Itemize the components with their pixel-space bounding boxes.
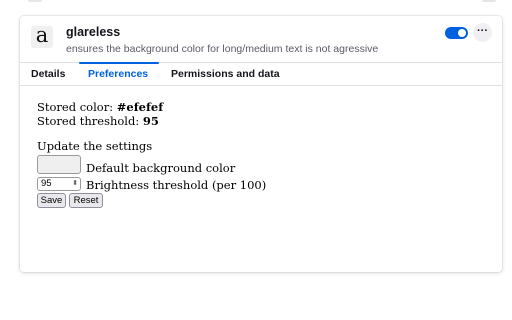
browser-tab-stub-right xyxy=(482,0,496,2)
spinner-arrows-icon[interactable]: ⬍ xyxy=(72,179,78,189)
tab-preferences[interactable]: Preferences xyxy=(88,63,148,85)
stored-threshold-line: Stored threshold: 95 xyxy=(37,114,159,128)
stored-color-label: Stored color: xyxy=(37,100,114,114)
stored-threshold-value: 95 xyxy=(142,114,159,128)
tab-details[interactable]: Details xyxy=(31,63,65,85)
active-tab-indicator xyxy=(79,62,159,64)
toggle-knob xyxy=(458,29,466,37)
stored-color-line: Stored color: #efefef xyxy=(37,100,163,114)
tab-permissions-and-data[interactable]: Permissions and data xyxy=(171,63,280,85)
extension-enable-toggle[interactable] xyxy=(445,27,468,39)
tabs-divider xyxy=(20,85,502,86)
extension-description: ensures the background color for long/me… xyxy=(66,43,379,55)
brightness-threshold-input[interactable]: 95 ⬍ xyxy=(37,177,81,191)
background-color-picker[interactable] xyxy=(37,155,81,174)
browser-tab-stub-left xyxy=(28,0,42,2)
reset-button[interactable]: Reset xyxy=(69,193,103,208)
update-settings-heading: Update the settings xyxy=(37,139,153,153)
background-color-label: Default background color xyxy=(86,161,236,175)
more-options-icon: ··· xyxy=(477,25,488,37)
brightness-threshold-label: Brightness threshold (per 100) xyxy=(86,178,267,192)
extension-header: a glareless ensures the background color… xyxy=(20,16,502,62)
extension-name: glareless xyxy=(66,25,121,39)
stored-color-value: #efefef xyxy=(116,100,164,114)
more-options-button[interactable]: ··· xyxy=(473,23,492,42)
stored-threshold-label: Stored threshold: xyxy=(37,114,140,128)
save-button[interactable]: Save xyxy=(37,193,66,208)
threshold-input-value: 95 xyxy=(41,178,52,189)
extension-card: a glareless ensures the background color… xyxy=(20,16,502,272)
extension-icon: a xyxy=(31,25,53,48)
tab-bar: Details Preferences Permissions and data xyxy=(20,63,502,85)
